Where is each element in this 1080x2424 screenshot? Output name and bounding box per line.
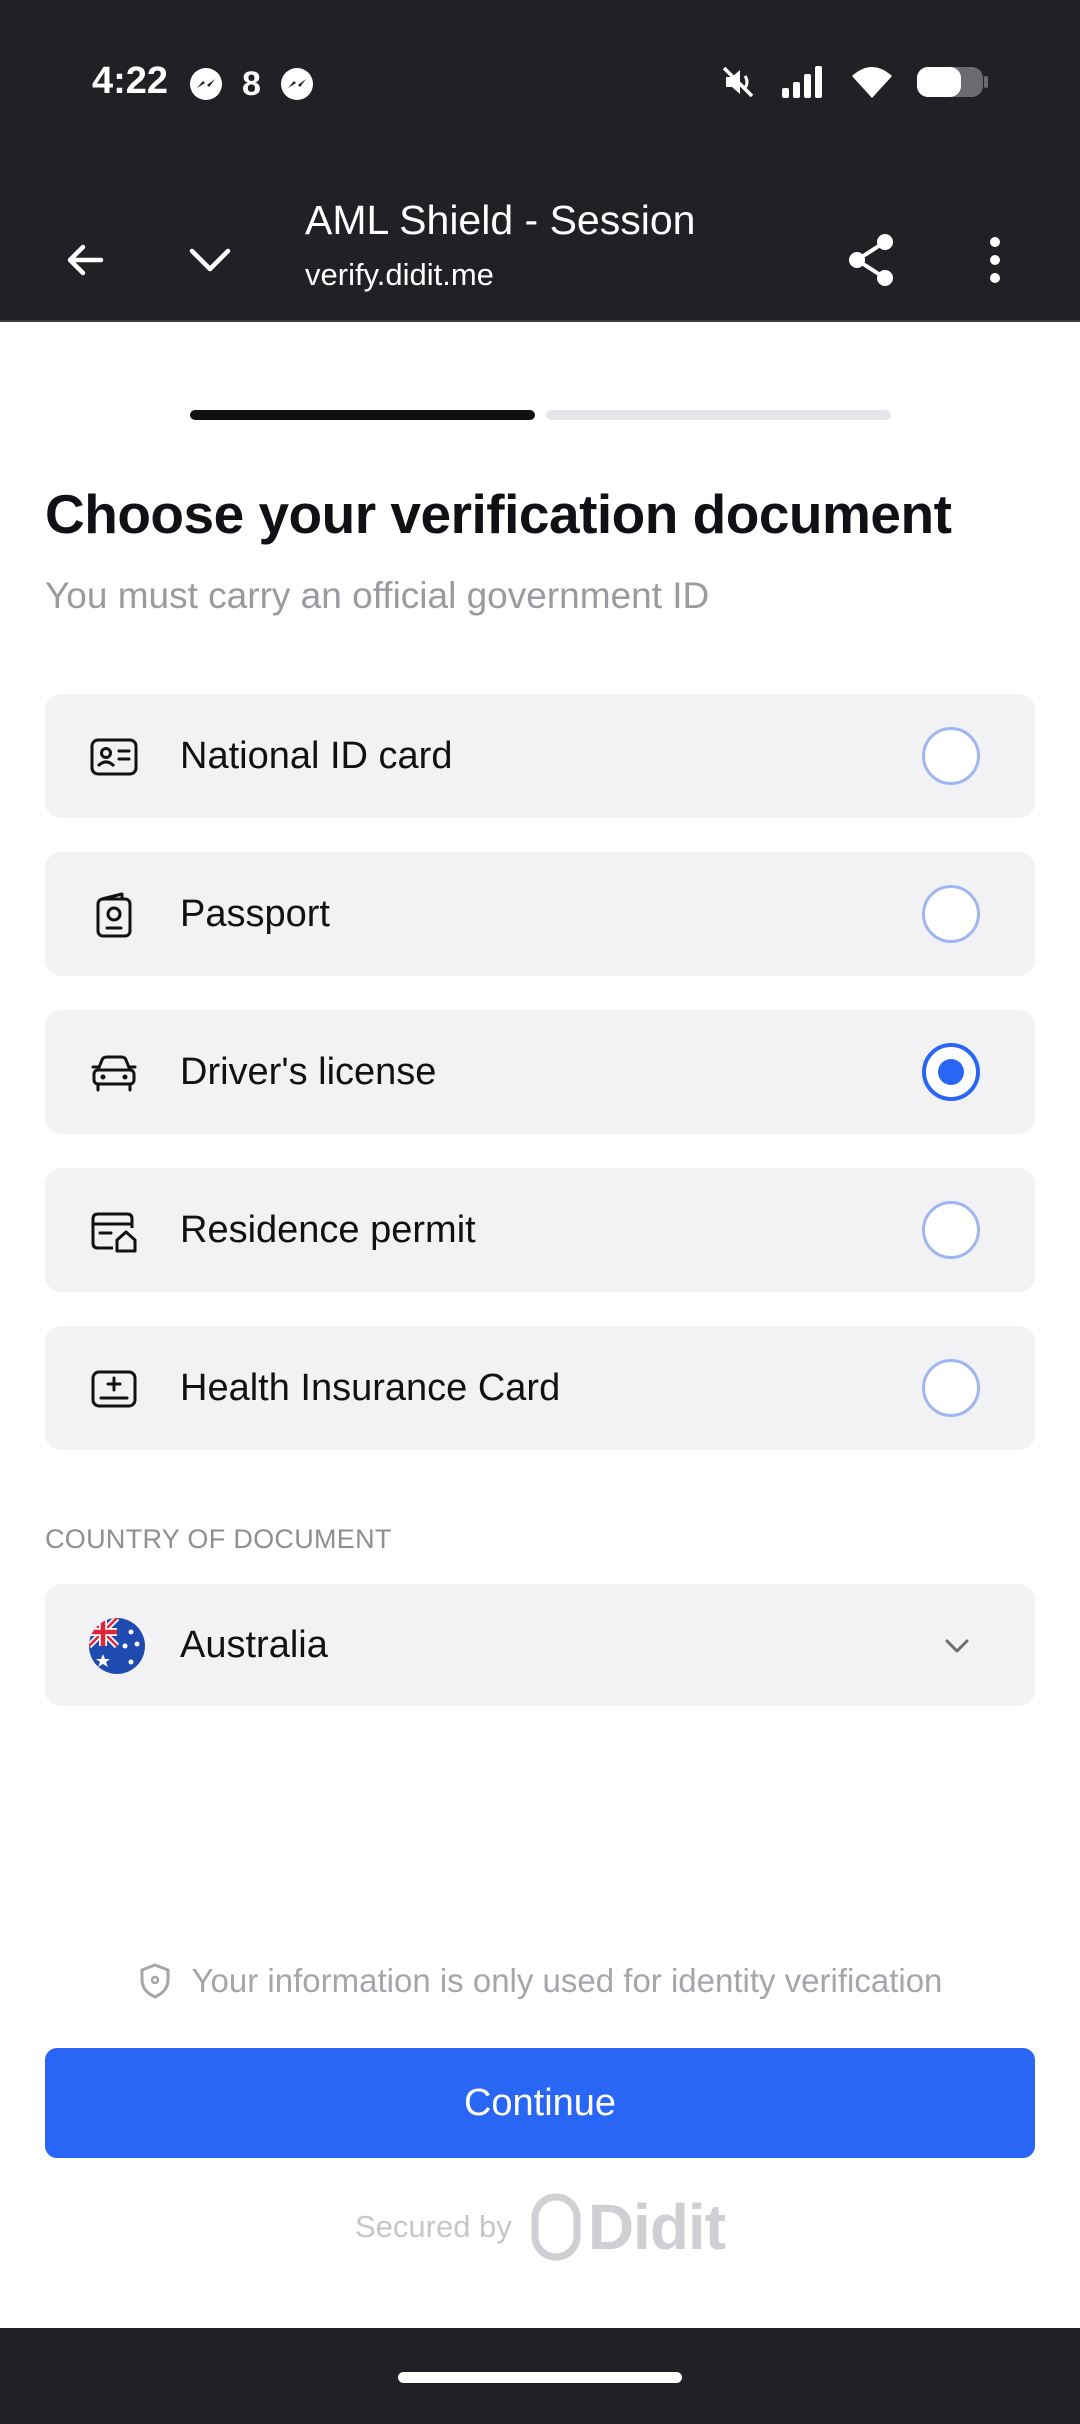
messenger-icon — [190, 68, 222, 100]
document-option-national-id[interactable]: National ID card — [45, 694, 1035, 818]
battery-icon — [917, 67, 988, 97]
notification-count: 8 — [242, 65, 261, 103]
signal-icon — [782, 66, 822, 98]
minimize-button[interactable] — [165, 215, 255, 305]
country-selected-value: Australia — [180, 1624, 328, 1666]
page-title: AML Shield - Session — [305, 197, 696, 243]
radio-button-selected[interactable] — [922, 1043, 980, 1101]
id-card-icon — [90, 738, 138, 776]
radio-button[interactable] — [922, 885, 980, 943]
document-option-drivers-license[interactable]: Driver's license — [45, 1010, 1035, 1134]
progress-step-active — [190, 410, 535, 420]
didit-logo-text: Didit — [587, 2191, 726, 2263]
australia-flag-icon — [89, 1618, 145, 1674]
more-vertical-icon — [990, 237, 1000, 283]
notification-icons: 8 — [188, 66, 315, 102]
back-button[interactable] — [40, 215, 130, 305]
browser-toolbar: AML Shield - Session verify.didit.me — [0, 175, 1080, 322]
status-bar: 4:22 8 — [0, 0, 1080, 175]
page: 4:22 8 AML Shield - Session verify.didit… — [0, 0, 1080, 2424]
chevron-down-icon — [945, 1639, 969, 1653]
document-option-label: Residence permit — [180, 1208, 476, 1251]
shield-icon — [140, 1963, 170, 1999]
status-time: 4:22 — [92, 60, 169, 102]
didit-logo-icon — [531, 2193, 581, 2261]
residence-permit-icon — [91, 1212, 137, 1253]
document-option-label: Passport — [180, 892, 330, 935]
radio-button[interactable] — [922, 1201, 980, 1259]
heading-subtitle: You must carry an official government ID — [45, 575, 710, 616]
share-button[interactable] — [826, 215, 916, 305]
health-card-icon — [91, 1370, 137, 1408]
home-indicator[interactable] — [398, 2372, 682, 2383]
country-select[interactable]: Australia — [45, 1584, 1035, 1706]
progress-step-inactive — [546, 410, 891, 420]
document-option-passport[interactable]: Passport — [45, 852, 1035, 976]
privacy-notice-text: Your information is only used for identi… — [191, 1962, 943, 1999]
share-icon — [849, 234, 893, 286]
system-icons — [718, 62, 990, 102]
document-option-label: National ID card — [180, 734, 453, 777]
chevron-down-icon — [189, 248, 231, 272]
page-url[interactable]: verify.didit.me — [305, 257, 494, 293]
document-option-residence-permit[interactable]: Residence permit — [45, 1168, 1035, 1292]
radio-button[interactable] — [922, 727, 980, 785]
messenger-icon — [280, 68, 313, 100]
car-icon — [91, 1055, 137, 1092]
document-option-label: Driver's license — [180, 1050, 437, 1093]
continue-button[interactable]: Continue — [45, 2048, 1035, 2158]
wifi-icon — [852, 67, 892, 98]
radio-button[interactable] — [922, 1359, 980, 1417]
privacy-notice: Your information is only used for identi… — [0, 1962, 1080, 2000]
secured-by-text: Secured by — [354, 2209, 512, 2244]
document-option-health-insurance-card[interactable]: Health Insurance Card — [45, 1326, 1035, 1450]
document-option-label: Health Insurance Card — [180, 1366, 561, 1409]
system-navigation-bar — [0, 2328, 1080, 2424]
didit-logo[interactable]: Didit — [530, 2190, 726, 2264]
arrow-left-icon — [67, 244, 104, 276]
secured-by-footer: Secured by Didit — [0, 2190, 1080, 2264]
mute-icon — [722, 66, 754, 98]
passport-icon — [96, 892, 132, 938]
more-menu-button[interactable] — [950, 215, 1040, 305]
heading-title: Choose your verification document — [45, 483, 952, 545]
country-section-label: COUNTRY OF DOCUMENT — [45, 1524, 392, 1554]
